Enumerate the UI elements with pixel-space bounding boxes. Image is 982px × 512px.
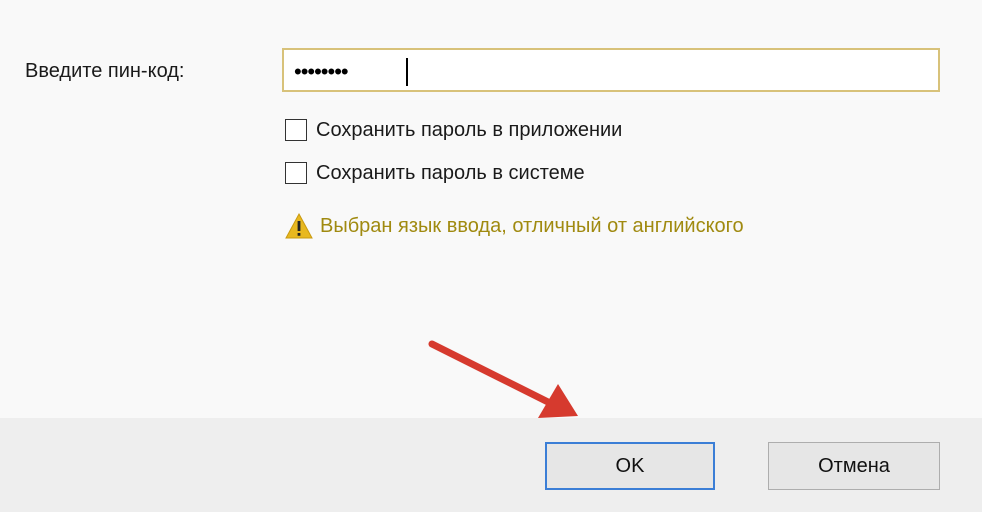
input-language-warning: Выбран язык ввода, отличный от английско… <box>284 212 744 240</box>
save-in-app-checkbox-row[interactable]: Сохранить пароль в приложении <box>285 116 622 144</box>
text-caret <box>406 58 408 86</box>
warning-triangle-icon <box>285 212 313 239</box>
save-in-system-label: Сохранить пароль в системе <box>316 161 585 184</box>
save-in-app-checkbox[interactable] <box>285 119 307 141</box>
pin-input[interactable]: •••••••• <box>282 48 940 92</box>
pin-dialog: Введите пин-код: •••••••• Сохранить паро… <box>0 0 982 512</box>
save-in-system-checkbox-row[interactable]: Сохранить пароль в системе <box>285 159 585 187</box>
pin-value: •••••••• <box>294 59 349 84</box>
ok-button[interactable]: OK <box>545 442 715 490</box>
cancel-button[interactable]: Отмена <box>768 442 940 490</box>
annotation-arrow-icon <box>428 340 578 418</box>
save-in-app-label: Сохранить пароль в приложении <box>316 118 623 141</box>
warning-text: Выбран язык ввода, отличный от английско… <box>320 214 744 237</box>
pin-label: Введите пин-код: <box>25 60 185 82</box>
save-in-system-checkbox[interactable] <box>285 162 307 184</box>
